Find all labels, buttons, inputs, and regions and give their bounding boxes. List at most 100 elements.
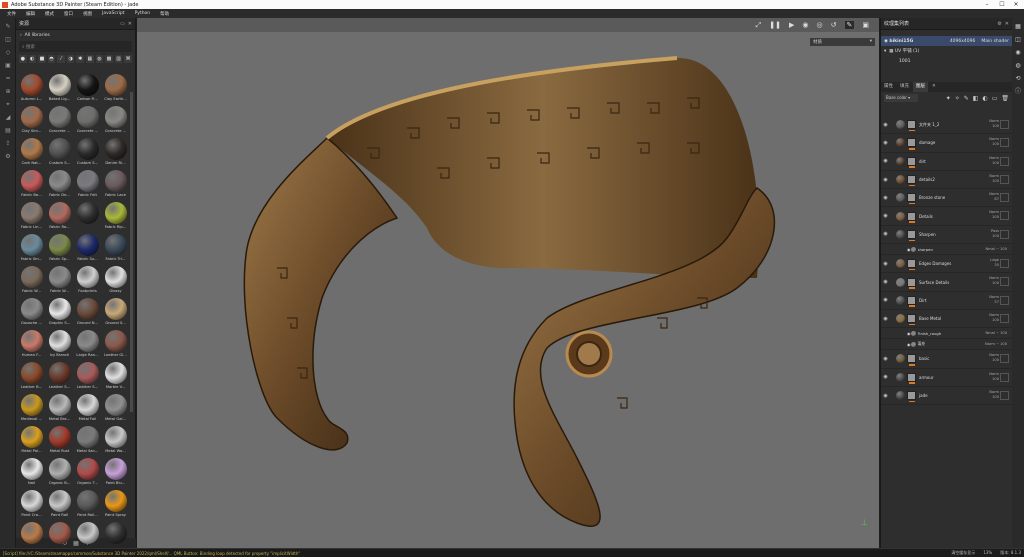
visibility-eye-icon[interactable]: ◉ — [881, 356, 890, 362]
visibility-eye-icon[interactable]: ◉ — [907, 342, 911, 347]
layer-mask-thumbnail[interactable] — [907, 314, 916, 324]
material-tile[interactable]: Organic T... — [74, 458, 101, 488]
3d-viewport[interactable]: ⤢ ❚❚ ▶ ◉ ◎ ↺ ✎ ▣ 材质 ▾ ⊥ — [137, 18, 879, 548]
visibility-eye-icon[interactable]: ◉ — [881, 297, 890, 303]
add-effect-icon[interactable]: ✧ — [955, 95, 960, 102]
visibility-eye-icon[interactable]: ◉ — [881, 177, 890, 183]
tab-properties[interactable]: 属性 — [881, 82, 896, 92]
layer-row[interactable]: ◉ Surface Details Norm 100 — [881, 273, 1013, 292]
minimize-panel-icon[interactable]: ▭ — [120, 21, 125, 27]
material-tile[interactable]: Medieval ... — [18, 394, 45, 424]
geometry-fill-icon[interactable]: ▣ — [4, 62, 12, 70]
material-tile[interactable]: Fabric Ro... — [46, 202, 73, 232]
material-tile[interactable]: Metal San... — [74, 426, 101, 456]
filter-materials-icon[interactable]: ● — [19, 55, 27, 63]
layer-mask-thumbnail[interactable] — [907, 138, 916, 148]
texture-set-row[interactable]: ◉ bikini15G 4096x4096 Main shader — [881, 36, 1012, 46]
layer-opacity[interactable]: 100 — [989, 377, 999, 382]
material-tile[interactable]: Metal Foil — [74, 394, 101, 424]
effect-row[interactable]: ◉ sharpen Nmal ~ 100 — [881, 244, 1013, 256]
material-tile[interactable]: Metal Wo... — [102, 426, 129, 456]
visibility-eye-icon[interactable]: ◉ — [881, 213, 890, 219]
visibility-eye-icon[interactable]: ◉ — [881, 316, 890, 322]
add-fill-layer-icon[interactable]: ◧ — [973, 95, 979, 102]
layer-options-box[interactable] — [1000, 193, 1009, 203]
menu-edit[interactable]: 编辑 — [26, 11, 35, 17]
layer-row[interactable]: ◉ Details Norm 100 — [881, 207, 1013, 226]
material-tile[interactable]: Cork Nat... — [18, 138, 45, 168]
layer-options-box[interactable] — [1000, 372, 1009, 382]
settings-icon[interactable]: ⚙ — [4, 153, 12, 161]
material-tile[interactable]: Fabric W... — [46, 266, 73, 296]
material-tile[interactable]: Gouache ... — [18, 298, 45, 328]
material-tile[interactable]: Baked Lig... — [46, 74, 73, 104]
material-tile[interactable]: Ground S... — [102, 298, 129, 328]
polygon-fill-icon[interactable]: ◢ — [4, 114, 12, 122]
eraser-icon[interactable]: ◫ — [4, 36, 12, 44]
filter-stencils-icon[interactable]: ⌘ — [124, 55, 132, 63]
material-tile[interactable]: Fabric Su... — [74, 234, 101, 264]
uv-tiles-row[interactable]: ▾ ▦ UV 平铺 (1) — [881, 46, 1012, 56]
layer-options-box[interactable] — [1000, 313, 1009, 323]
layer-mask-thumbnail[interactable] — [907, 211, 916, 221]
smudge-icon[interactable]: ≈ — [4, 75, 12, 83]
material-tile[interactable]: Concrete ... — [74, 106, 101, 136]
layer-options-box[interactable] — [1000, 390, 1009, 400]
layer-opacity[interactable]: 87 — [989, 197, 999, 202]
picker-icon[interactable]: ⌖ — [4, 101, 12, 109]
layer-row[interactable]: ◉ dirt Norm 100 — [881, 153, 1013, 171]
layer-mask-thumbnail[interactable] — [907, 372, 916, 382]
material-tile[interactable]: Human F... — [18, 330, 45, 360]
material-tile[interactable]: Paint Roll — [46, 490, 73, 520]
layer-row[interactable]: ◉ Base Metal Norm 100 — [881, 310, 1013, 329]
layer-options-box[interactable] — [1000, 174, 1009, 184]
menu-javascript[interactable]: JavaScript — [102, 11, 125, 16]
filter-brushes-icon[interactable]: ◓ — [47, 55, 56, 63]
menu-mode[interactable]: 模式 — [45, 11, 54, 17]
layer-row[interactable]: ◉ jade Norm 100 — [881, 387, 1013, 406]
material-tile[interactable]: Clay Sim... — [18, 106, 45, 136]
paint-brush-icon[interactable]: ✎ — [4, 23, 12, 31]
layer-opacity[interactable]: 100 — [989, 142, 999, 147]
tab-fill[interactable]: 填充 — [897, 82, 912, 92]
layer-blend-mode[interactable]: Norm — [989, 156, 999, 161]
material-tile[interactable]: Fabric Sp... — [46, 234, 73, 264]
material-tile[interactable]: Footprints — [74, 266, 101, 296]
material-tile[interactable]: Ivy Branch — [46, 330, 73, 360]
filter-filters-icon[interactable]: ✱ — [76, 55, 85, 63]
material-tile[interactable]: Metal Gal... — [102, 394, 129, 424]
shader-settings-icon[interactable]: ◍ — [1014, 62, 1022, 70]
visibility-eye-icon[interactable]: ◉ — [881, 231, 890, 237]
visibility-eye-icon[interactable]: ◉ — [881, 122, 890, 128]
material-tile[interactable]: Paint Blu... — [102, 458, 129, 488]
filter-presets-icon[interactable]: ▩ — [105, 55, 113, 63]
menu-python[interactable]: Python — [135, 11, 151, 16]
layer-mask-thumbnail[interactable] — [907, 120, 916, 130]
menu-help[interactable]: 帮助 — [160, 11, 169, 17]
material-tile[interactable]: Carbon Fi... — [74, 74, 101, 104]
visibility-eye-icon[interactable]: ◉ — [881, 140, 890, 146]
layer-options-box[interactable] — [1000, 354, 1009, 364]
effect-row[interactable]: ◉ Finish_rough Nmal ~ 100 — [881, 328, 1013, 340]
material-tile[interactable]: Metal Pol... — [18, 426, 45, 456]
layer-opacity[interactable]: 100 — [989, 281, 999, 286]
texture-set-icon[interactable]: ▦ — [1014, 23, 1022, 31]
layer-opacity[interactable]: 100 — [989, 179, 999, 184]
effect-row[interactable]: ◉ 填充 Norm ~ 100 — [881, 339, 1013, 351]
library-selector[interactable]: › All libraries — [16, 30, 135, 41]
layer-row[interactable]: ◉ 文件夹 1_2 Norm 100 — [881, 116, 1013, 135]
layer-mask-thumbnail[interactable] — [907, 156, 916, 166]
layer-options-box[interactable] — [1000, 229, 1009, 239]
material-tile[interactable]: Ground N... — [74, 298, 101, 328]
add-paint-layer-icon[interactable]: ✎ — [964, 95, 969, 102]
layer-blend-mode[interactable]: Norm — [989, 295, 999, 300]
material-tile[interactable]: Leather Gl... — [102, 330, 129, 360]
material-tile[interactable]: Paint Cra... — [18, 490, 45, 520]
layer-mask-thumbnail[interactable] — [907, 193, 916, 203]
export-icon[interactable]: ⇪ — [4, 140, 12, 148]
layer-options-box[interactable] — [1000, 138, 1009, 148]
layer-row[interactable]: ◉ Edges Damages Ldge 35 — [881, 255, 1013, 274]
visibility-eye-icon[interactable]: ◉ — [907, 247, 911, 252]
layer-row[interactable]: ◉ damage Norm 100 — [881, 134, 1013, 153]
layer-row[interactable]: ◉ Dirt Norm 57 — [881, 292, 1013, 310]
